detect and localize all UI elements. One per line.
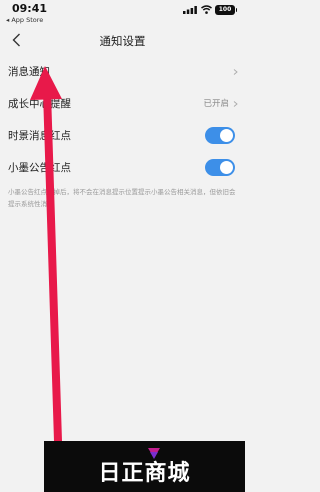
row-message-notification[interactable]: 消息通知 [0,56,245,88]
settings-list: 消息通知 成长中心提醒 已开启 时景消息红点 小墨公告红点 [0,56,245,184]
row-label: 消息通知 [8,66,50,78]
row-announcement-badge: 小墨公告红点 [0,152,245,184]
status-bar: 09:41 ◂ App Store 100 [0,0,245,28]
status-time: 09:41 [12,2,48,15]
toggle-knob [220,161,233,174]
nav-bar: 通知设置 [0,28,245,56]
row-label: 时景消息红点 [8,130,71,142]
watermark-banner: 日正商城 [44,441,245,492]
announcement-badge-toggle[interactable] [205,159,235,176]
wifi-icon [201,5,212,14]
row-growth-center-reminder[interactable]: 成长中心提醒 已开启 [0,88,245,120]
row-label: 小墨公告红点 [8,162,71,174]
chevron-right-icon [233,69,238,75]
row-moment-message-badge: 时景消息红点 [0,120,245,152]
back-to-app-store-link[interactable]: ◂ App Store [6,16,43,24]
chevron-right-icon [233,101,238,107]
battery-icon: 100 [215,5,237,15]
row-status-value: 已开启 [203,99,229,109]
moment-badge-toggle[interactable] [205,127,235,144]
cellular-signal-icon [183,6,197,14]
footnote-text: 小墨公告红点关掉后，将不会在消息提示位置提示小墨公告相关消息，但依旧会提示系统性… [8,188,236,208]
toggle-knob [220,129,233,142]
watermark-text: 日正商城 [98,461,191,486]
row-label: 成长中心提醒 [8,98,71,110]
page-title: 通知设置 [99,34,146,48]
